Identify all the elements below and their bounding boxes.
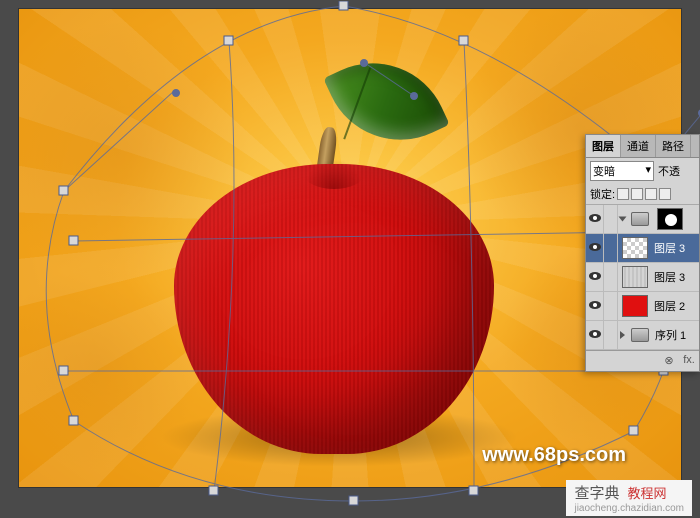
layer-row[interactable]: [586, 205, 699, 234]
layer-row[interactable]: 图层 2: [586, 292, 699, 321]
folder-icon: [631, 212, 649, 226]
link-col[interactable]: [604, 205, 618, 233]
link-col[interactable]: [604, 263, 618, 291]
tab-layers[interactable]: 图层: [586, 135, 621, 157]
opacity-label: 不透: [658, 163, 680, 179]
link-col[interactable]: [604, 321, 618, 349]
lock-transparency-icon[interactable]: [617, 188, 629, 200]
eye-icon: [589, 330, 601, 338]
layer-mask-thumb[interactable]: [657, 208, 683, 230]
collapse-icon[interactable]: [619, 217, 627, 222]
blend-mode-value: 变暗: [593, 163, 615, 179]
visibility-toggle[interactable]: [586, 234, 604, 262]
apple-dip: [304, 159, 364, 189]
link-col[interactable]: [604, 234, 618, 262]
credit-url: jiaocheng.chazidian.com: [574, 503, 684, 514]
fx-icon[interactable]: fx.: [682, 354, 696, 368]
layer-list: 图层 3 图层 3 图层 2 序列 1: [586, 205, 699, 350]
layer-name[interactable]: 序列 1: [653, 327, 686, 343]
tab-paths[interactable]: 路径: [656, 135, 691, 157]
layer-name[interactable]: 图层 3: [652, 269, 685, 285]
layer-thumb[interactable]: [622, 295, 648, 317]
lock-all-icon[interactable]: [659, 188, 671, 200]
lock-label: 锁定:: [590, 186, 615, 202]
credit-sub: 教程网: [628, 486, 667, 501]
panel-footer: ⊗ fx.: [586, 350, 699, 371]
credit-main: 查字典: [574, 485, 619, 502]
eye-icon: [589, 243, 601, 251]
visibility-toggle[interactable]: [586, 205, 604, 233]
layer-name[interactable]: 图层 3: [652, 240, 685, 256]
tab-channels[interactable]: 通道: [621, 135, 656, 157]
watermark: www.68ps.com: [482, 444, 626, 467]
layers-panel: 图层 通道 路径 变暗 ▾ 不透 锁定: 图层 3: [585, 134, 700, 372]
chevron-down-icon: ▾: [645, 163, 651, 179]
visibility-toggle[interactable]: [586, 321, 604, 349]
layer-row[interactable]: 图层 3: [586, 263, 699, 292]
lock-pixels-icon[interactable]: [631, 188, 643, 200]
visibility-toggle[interactable]: [586, 292, 604, 320]
layer-thumb[interactable]: [622, 266, 648, 288]
link-col[interactable]: [604, 292, 618, 320]
folder-icon: [631, 328, 649, 342]
eye-icon: [589, 301, 601, 309]
visibility-toggle[interactable]: [586, 263, 604, 291]
apple: [174, 164, 494, 464]
layer-row[interactable]: 序列 1: [586, 321, 699, 350]
apple-body: [174, 164, 494, 454]
lock-position-icon[interactable]: [645, 188, 657, 200]
layer-row[interactable]: 图层 3: [586, 234, 699, 263]
blend-mode-select[interactable]: 变暗 ▾: [590, 161, 654, 181]
panel-tabs: 图层 通道 路径: [586, 135, 699, 158]
canvas[interactable]: www.68ps.com: [18, 8, 682, 488]
layer-thumb[interactable]: [622, 237, 648, 259]
eye-icon: [589, 214, 601, 222]
link-layers-icon[interactable]: ⊗: [662, 354, 676, 368]
expand-icon[interactable]: [620, 331, 625, 339]
site-credit: 查字典教程网 jiaocheng.chazidian.com: [566, 480, 692, 516]
layer-name[interactable]: 图层 2: [652, 298, 685, 314]
eye-icon: [589, 272, 601, 280]
